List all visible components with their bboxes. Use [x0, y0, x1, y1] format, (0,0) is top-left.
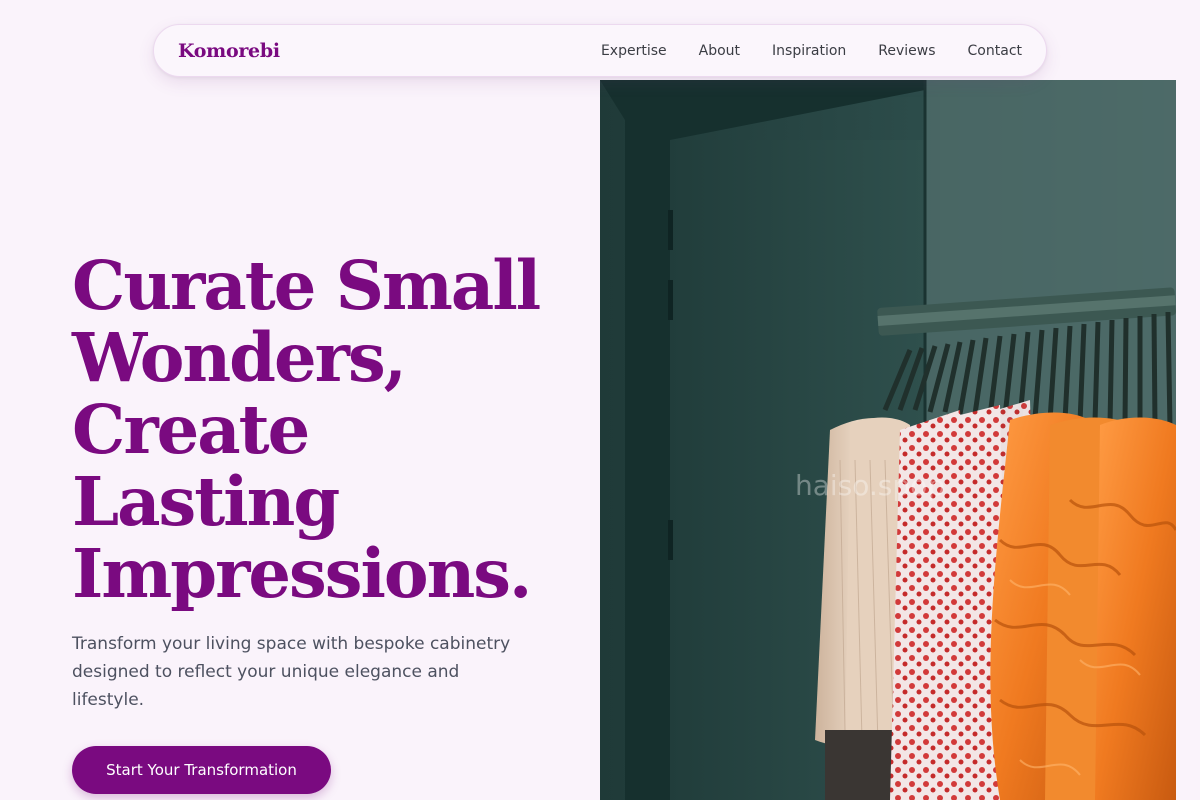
- hero-title-line: Wonders,: [72, 318, 407, 397]
- nav-links: Expertise About Inspiration Reviews Cont…: [601, 43, 1022, 59]
- brand-logo[interactable]: Komorebi: [178, 40, 280, 62]
- hero-title-line: Lasting: [72, 462, 340, 541]
- hero-title-line: Curate Small: [72, 246, 541, 325]
- hero-subtitle: Transform your living space with bespoke…: [72, 634, 511, 710]
- nav-link-inspiration[interactable]: Inspiration: [772, 43, 846, 59]
- clothing-rack-illustration: haiso.spop: [600, 80, 1176, 800]
- hero-image-clothing-rack: haiso.spop: [600, 80, 1176, 800]
- nav-link-expertise[interactable]: Expertise: [601, 43, 667, 59]
- image-watermark: haiso.spop: [795, 469, 945, 502]
- hero-title: Curate Small Wonders, Create Lasting Imp…: [72, 250, 552, 610]
- hero-text: Curate Small Wonders, Create Lasting Imp…: [72, 250, 552, 714]
- top-navbar: Komorebi Expertise About Inspiration Rev…: [153, 24, 1047, 77]
- hero-title-line: Create: [72, 390, 310, 469]
- hero-title-line: Impressions.: [72, 534, 532, 613]
- start-transformation-button[interactable]: Start Your Transformation: [72, 746, 331, 794]
- nav-link-reviews[interactable]: Reviews: [878, 43, 935, 59]
- nav-link-about[interactable]: About: [699, 43, 740, 59]
- nav-link-contact[interactable]: Contact: [968, 43, 1022, 59]
